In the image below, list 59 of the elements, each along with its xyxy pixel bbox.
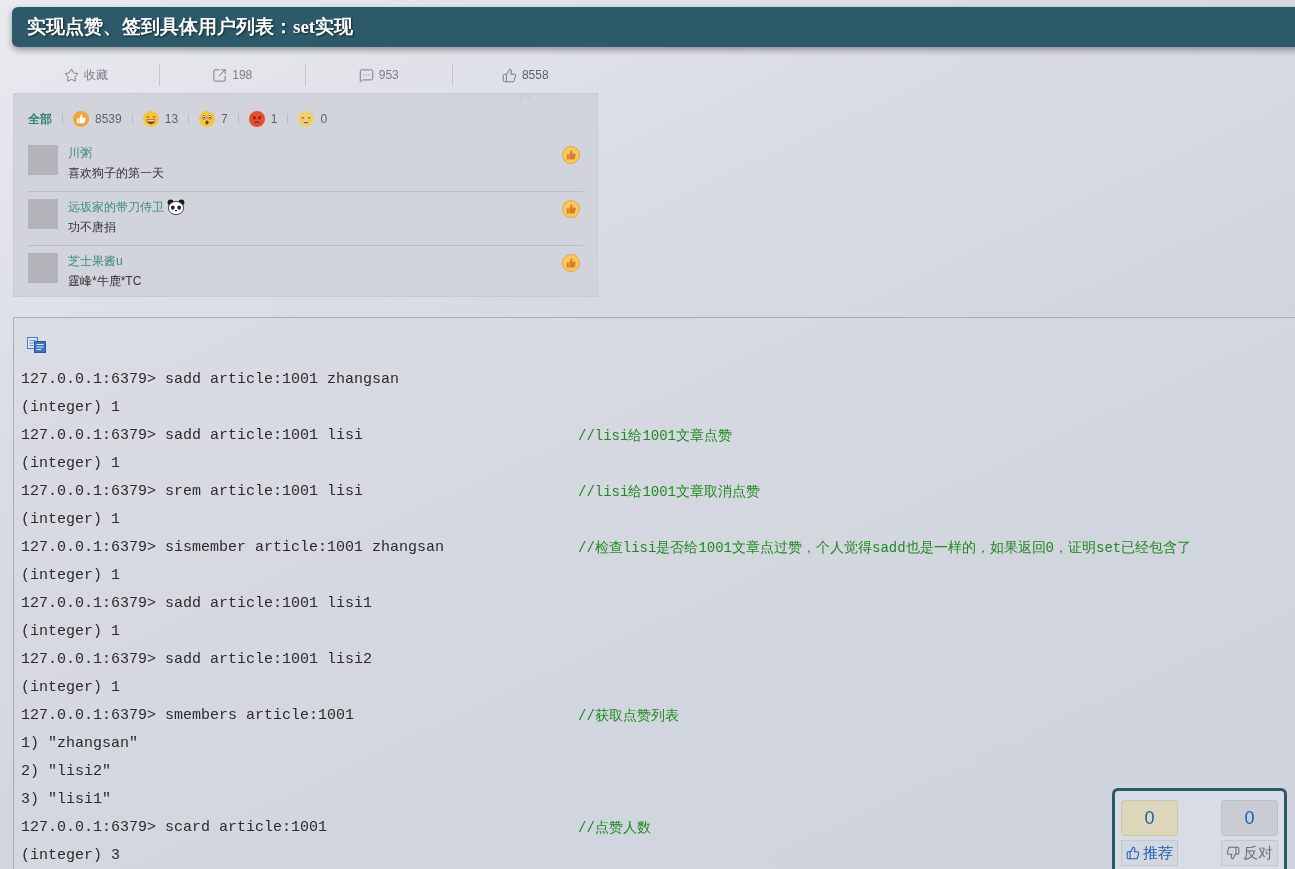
oppose-button[interactable]: 反对: [1221, 840, 1278, 866]
code-line: 127.0.0.1:6379> smembers article:1001: [21, 705, 355, 726]
recommend-button[interactable]: 推荐: [1121, 840, 1178, 866]
comment-icon: [358, 67, 374, 83]
share-icon: [212, 67, 228, 83]
code-line: 127.0.0.1:6379> sadd article:1001 lisi: [21, 425, 364, 446]
commenter-name[interactable]: 远坂家的带刀侍卫: [68, 199, 164, 215]
thumbs-up-emoji-icon: [73, 111, 89, 127]
thumbs-up-icon: [1126, 846, 1140, 860]
code-comment: //lisi给1001文章取消点赞: [578, 482, 760, 502]
toolbar-button[interactable]: 953: [358, 66, 399, 84]
surprised-emoji-icon: [199, 111, 216, 127]
comment-text: 喜欢狗子的第一天: [68, 165, 164, 181]
reaction-filter[interactable]: 0: [298, 110, 328, 128]
laughing-emoji-icon: [142, 111, 159, 127]
commenter-name[interactable]: 川粥: [68, 145, 92, 161]
vote-count: 0: [1121, 800, 1178, 836]
code-line: 127.0.0.1:6379> sadd article:1001 lisi1: [21, 593, 373, 614]
code-line: (integer) 1: [21, 677, 121, 698]
copy-icon[interactable]: [27, 337, 47, 353]
reaction-filter[interactable]: 7: [199, 110, 228, 128]
code-comment: //检查lisi是否给1001文章点过赞，个人觉得sadd也是一样的，如果返回0，证明set已经包含了: [578, 538, 1192, 558]
crying-emoji-icon: [298, 111, 315, 127]
toolbar-button[interactable]: 8558: [501, 66, 549, 84]
comment-text: 功不唐捐: [68, 219, 117, 235]
code-line: 1) "zhangsan": [21, 733, 139, 754]
angry-emoji-icon: [248, 111, 265, 127]
reaction-filter[interactable]: 1: [248, 110, 278, 128]
star-icon: [63, 67, 79, 83]
like-badge-icon[interactable]: [562, 254, 580, 272]
code-line: (integer) 1: [21, 453, 121, 474]
code-line: 127.0.0.1:6379> srem article:1001 lisi: [21, 481, 364, 502]
code-comment: //点赞人数: [578, 818, 651, 838]
code-line: 127.0.0.1:6379> sadd article:1001 lisi2: [21, 649, 373, 670]
code-comment: //获取点赞列表: [578, 706, 679, 726]
code-line: (integer) 3: [21, 845, 121, 866]
reaction-filter[interactable]: 13: [142, 110, 179, 128]
code-line: 3) "lisi1": [21, 789, 111, 810]
code-line: (integer) 1: [21, 621, 121, 642]
thumbs-down-icon: [1226, 846, 1240, 860]
code-line: (integer) 1: [21, 509, 121, 530]
code-comment: //lisi给1001文章点赞: [578, 426, 732, 446]
reaction-filter[interactable]: 全部: [28, 110, 52, 128]
comment-text: 霆峰*牛鹿*TC: [68, 273, 142, 289]
reaction-filter[interactable]: 8539: [73, 110, 122, 128]
toolbar-button[interactable]: 198: [212, 66, 253, 84]
commenter-name[interactable]: 芝士果酱u: [68, 253, 123, 269]
code-line: (integer) 1: [21, 565, 121, 586]
page-title: 实现点赞、签到具体用户列表：set实现: [27, 14, 354, 39]
code-line: 127.0.0.1:6379> sadd article:1001 zhangsan: [21, 369, 400, 390]
toolbar-button[interactable]: 收藏: [63, 66, 108, 84]
code-line: 2) "lisi2": [21, 761, 111, 782]
vote-count: 0: [1221, 800, 1278, 836]
like-badge-icon[interactable]: [562, 146, 580, 164]
code-line: 127.0.0.1:6379> sismember article:1001 zhangsan: [21, 537, 445, 558]
code-line: (integer) 1: [21, 397, 121, 418]
like-badge-icon[interactable]: [562, 200, 580, 218]
thumbs-up-icon: [501, 67, 517, 83]
code-line: 127.0.0.1:6379> scard article:1001: [21, 817, 328, 838]
